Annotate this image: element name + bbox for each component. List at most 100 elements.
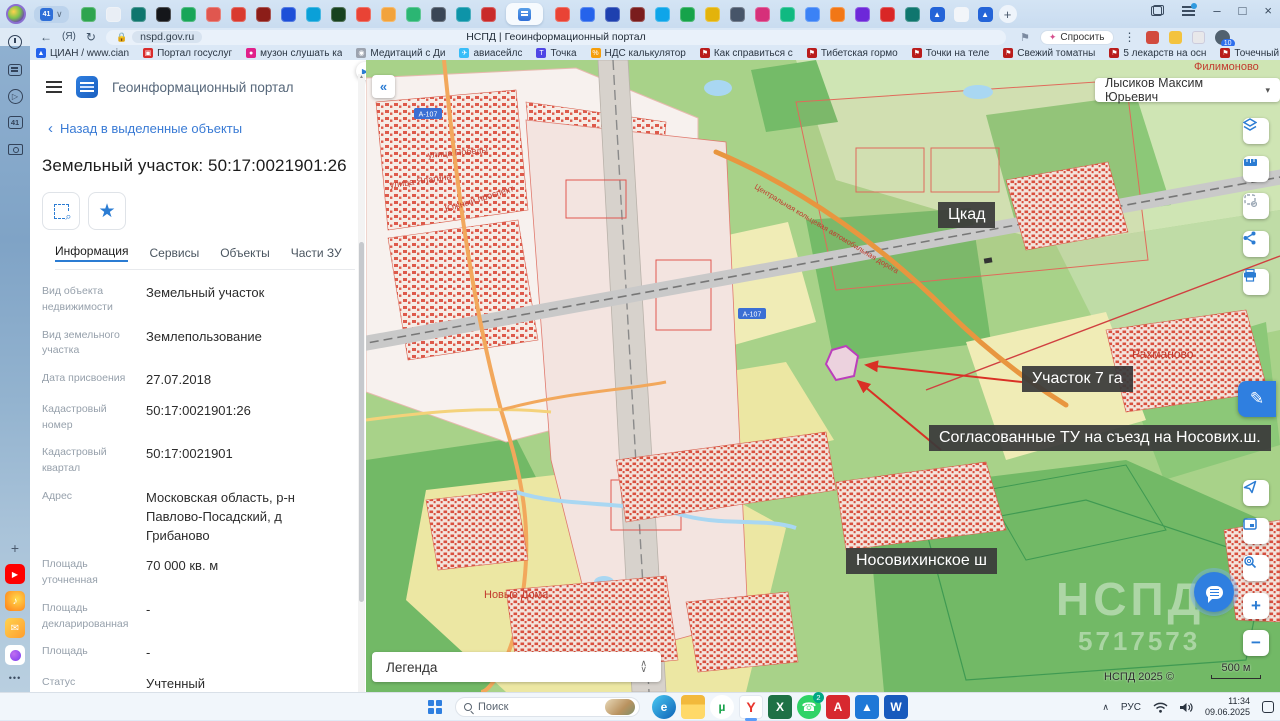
taskbar-app[interactable]	[681, 695, 705, 719]
pinned-tab[interactable]	[780, 7, 795, 22]
pinned-tab[interactable]	[880, 7, 895, 22]
pinned-tab[interactable]	[680, 7, 695, 22]
pinned-tab[interactable]	[131, 7, 146, 22]
tray-expand-icon[interactable]: ∧	[1102, 702, 1109, 713]
notifications-icon[interactable]	[1262, 701, 1274, 713]
bookmark-item[interactable]: ◉ Медитаций с Ди	[356, 48, 445, 59]
measure-button[interactable]	[1243, 156, 1269, 182]
bookmark-item[interactable]: Т Точка	[536, 48, 576, 59]
extension-icon[interactable]	[1169, 31, 1182, 44]
panel-tab[interactable]: Объекты	[220, 246, 270, 262]
overview-map-button[interactable]	[1243, 518, 1269, 544]
search-on-map-button[interactable]	[1243, 555, 1269, 581]
user-menu[interactable]: Лысиков Максим Юрьевич ▾	[1095, 78, 1280, 102]
pinned-tab[interactable]	[605, 7, 620, 22]
zoom-to-object-button[interactable]	[42, 192, 80, 230]
bookmark-flag-icon[interactable]: ⚑	[1020, 31, 1030, 44]
more-icon[interactable]: ⋮	[1124, 31, 1136, 43]
bookmark-item[interactable]: ⚑ Точки на теле	[912, 48, 990, 59]
bookmark-item[interactable]: ⚑ 5 лекарств на осн	[1109, 48, 1206, 59]
pinned-tab[interactable]	[281, 7, 296, 22]
legend-toggle[interactable]: Легенда ∧∨	[372, 652, 661, 682]
taskbar-app[interactable]: e	[652, 695, 676, 719]
pinned-tab[interactable]	[905, 7, 920, 22]
pinned-tab[interactable]	[106, 7, 121, 22]
restore-button[interactable]: □	[1239, 4, 1247, 17]
zoom-out-button[interactable]: −	[1243, 630, 1269, 656]
notes-icon[interactable]	[5, 60, 25, 80]
pinned-tab[interactable]	[456, 7, 471, 22]
history-icon[interactable]	[5, 32, 25, 52]
browser-tab[interactable]: ▲	[930, 7, 945, 22]
bookmark-item[interactable]: % НДС калькулятор	[591, 48, 686, 59]
reload-icon[interactable]: ↻	[86, 31, 96, 43]
zoom-in-button[interactable]: +	[1243, 593, 1269, 619]
clock[interactable]: 11:34 09.06.2025	[1205, 696, 1250, 719]
pinned-tab[interactable]	[81, 7, 96, 22]
yandex-music-icon[interactable]: ♪	[5, 591, 25, 611]
language-indicator[interactable]: РУС	[1121, 702, 1141, 713]
bookmark-item[interactable]: ✈ авиасейлс	[459, 48, 522, 59]
bookmark-item[interactable]: ⚑ Тибетская гормо	[807, 48, 898, 59]
active-tab[interactable]	[506, 3, 543, 25]
favorite-button[interactable]: ★	[88, 192, 126, 230]
pinned-tab[interactable]	[231, 7, 246, 22]
pinned-tab[interactable]	[805, 7, 820, 22]
pinned-tab[interactable]	[306, 7, 321, 22]
taskbar-app[interactable]: µ	[710, 695, 734, 719]
bookmark-item[interactable]: ▣ Портал госуслуг	[143, 48, 232, 59]
back-link[interactable]: ‹ Назад в выделенные объекты	[48, 120, 366, 137]
pinned-tab[interactable]	[580, 7, 595, 22]
taskbar-search[interactable]: Поиск	[455, 697, 640, 717]
pinned-tab[interactable]	[331, 7, 346, 22]
pinned-tab[interactable]	[406, 7, 421, 22]
pinned-tab[interactable]	[855, 7, 870, 22]
extension-icon[interactable]	[1146, 31, 1159, 44]
pinned-tab-group[interactable]: 41 ∨	[34, 6, 69, 23]
panel-tab[interactable]: Части ЗУ	[291, 246, 342, 262]
pinned-tab[interactable]	[156, 7, 171, 22]
pinned-tab[interactable]	[555, 7, 570, 22]
ask-button[interactable]: ✦Спросить	[1040, 30, 1114, 45]
minimize-button[interactable]: –	[1213, 4, 1220, 17]
panel-tab[interactable]: Информация	[55, 244, 128, 262]
share-button[interactable]	[1243, 231, 1269, 257]
taskbar-app[interactable]: X	[768, 695, 792, 719]
taskbar-app[interactable]: W	[884, 695, 908, 719]
taskbar-app[interactable]: ▲	[855, 695, 879, 719]
video-icon[interactable]: ▷	[5, 86, 25, 106]
pinned-tab[interactable]	[256, 7, 271, 22]
yandex-button-icon[interactable]: (Я)	[62, 32, 76, 42]
taskbar-app[interactable]: A	[826, 695, 850, 719]
tabs-counter-icon[interactable]: 41	[5, 112, 25, 132]
taskbar-app[interactable]: Y	[739, 695, 763, 719]
pinned-tab[interactable]	[206, 7, 221, 22]
extension-icon[interactable]	[1192, 31, 1205, 44]
bookmark-item[interactable]: ● музон слушать ка	[246, 48, 342, 59]
yandex-mail-icon[interactable]: ✉	[5, 618, 25, 638]
menu-icon[interactable]	[46, 81, 62, 93]
url-field[interactable]: 🔒 nspd.gov.ru НСПД | Геоинформационный п…	[106, 30, 1006, 45]
profile-icon[interactable]: 10	[1215, 30, 1230, 45]
back-icon[interactable]: ←	[40, 31, 52, 43]
chat-button[interactable]	[1194, 572, 1234, 612]
browser-menu-icon[interactable]	[1182, 5, 1195, 16]
my-location-button[interactable]	[1243, 480, 1269, 506]
pinned-tab[interactable]	[356, 7, 371, 22]
panel-tab[interactable]: Сервисы	[149, 246, 199, 262]
draw-tools-button[interactable]: ✎	[1238, 381, 1276, 417]
print-button[interactable]	[1243, 269, 1269, 295]
browser-tab[interactable]	[954, 7, 969, 22]
bookmark-item[interactable]: ⚑ Точечный	[1220, 48, 1279, 59]
taskbar-app[interactable]: ☎ 2	[797, 695, 821, 719]
pinned-tab[interactable]	[705, 7, 720, 22]
tab-panels-icon[interactable]	[1151, 5, 1164, 16]
pinned-tab[interactable]	[431, 7, 446, 22]
pinned-tab[interactable]	[181, 7, 196, 22]
layers-button[interactable]	[1243, 118, 1269, 144]
panel-scrollbar[interactable]: ▲	[358, 74, 365, 692]
pinned-tab[interactable]	[830, 7, 845, 22]
bookmark-item[interactable]: ⚑ Как справиться с	[700, 48, 793, 59]
pinned-tab[interactable]	[381, 7, 396, 22]
volume-icon[interactable]	[1180, 702, 1193, 713]
